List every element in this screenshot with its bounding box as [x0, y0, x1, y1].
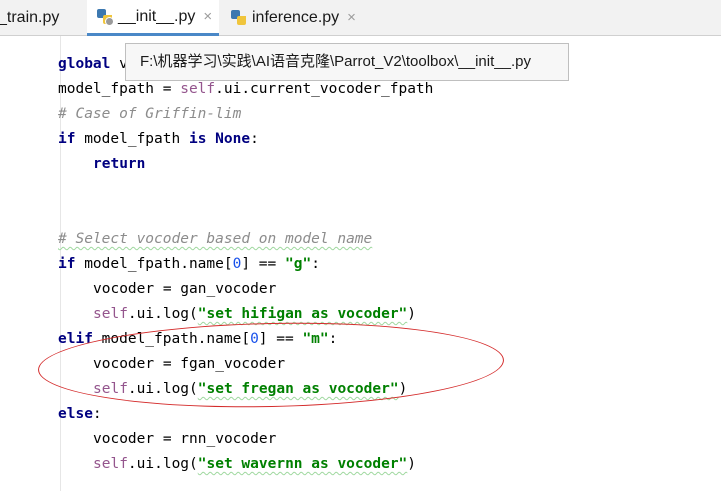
code-line: vocoder = rnn_vocoder — [93, 431, 277, 447]
indent-guide — [60, 154, 61, 179]
python-file-icon — [97, 9, 114, 26]
tab-label: __init__.py — [118, 7, 196, 25]
tab-train[interactable]: _train.py — [0, 0, 87, 35]
tab-init[interactable]: __init__.py × — [87, 0, 219, 36]
code-line: vocoder = gan_vocoder — [93, 281, 277, 297]
code-line: return — [93, 156, 146, 172]
code-line: if model_fpath is None: — [58, 131, 259, 147]
code-line: global v — [58, 56, 128, 72]
close-icon[interactable]: × — [347, 9, 356, 26]
code-line: if model_fpath.name[0] == "g": — [58, 256, 320, 272]
close-icon[interactable]: × — [203, 8, 212, 25]
tab-label: inference.py — [252, 8, 340, 26]
python-file-icon — [231, 10, 246, 25]
code-line: # Case of Griffin-lim — [58, 106, 242, 122]
tab-inference[interactable]: inference.py × — [219, 0, 364, 35]
code-line: # Select vocoder based on model name — [58, 231, 373, 247]
file-path-tooltip: F:\机器学习\实践\AI语音克隆\Parrot_V2\toolbox\__in… — [125, 43, 569, 81]
code-line: self.ui.log("set wavernn as vocoder") — [93, 456, 417, 472]
tab-label: _train.py — [0, 8, 60, 26]
code-line: else: — [58, 406, 102, 422]
tooltip-path: F:\机器学习\实践\AI语音克隆\Parrot_V2\toolbox\__in… — [140, 53, 531, 70]
editor-tab-bar: _train.py __init__.py × inference.py × — [0, 0, 721, 36]
